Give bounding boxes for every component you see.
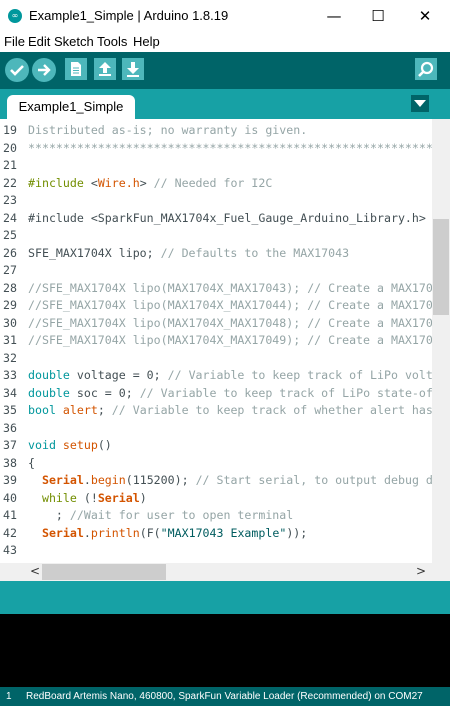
line-number: 34 <box>3 385 17 400</box>
code-line: Distributed as-is; no warranty is given. <box>28 123 307 137</box>
minimize-button[interactable]: — <box>311 0 357 32</box>
code-editor[interactable]: 19 20 21 22 23 24 25 26 27 28 29 30 31 3… <box>0 119 450 581</box>
board-info: RedBoard Artemis Nano, 460800, SparkFun … <box>26 691 423 702</box>
line-number: 32 <box>3 350 17 365</box>
line-number: 41 <box>3 508 17 522</box>
upload-icon <box>38 64 51 76</box>
menu-edit[interactable]: Edit <box>28 34 50 49</box>
code-line: //SFE_MAX1704X lipo(MAX1704X_MAX17048); … <box>28 315 447 330</box>
current-line-number: 1 <box>6 691 12 702</box>
scroll-right-icon[interactable]: > <box>416 564 426 578</box>
line-number: 31 <box>3 333 17 347</box>
code-comment: Distributed as-is; no warranty is given. <box>28 123 308 137</box>
console-output[interactable] <box>0 614 450 687</box>
serial-monitor-icon <box>418 61 434 77</box>
line-number: 43 <box>3 543 17 557</box>
code-line: bool alert; // Variable to keep track of… <box>28 403 450 417</box>
window-title: Example1_Simple | Arduino 1.8.19 <box>29 8 229 23</box>
horizontal-scroll-thumb[interactable] <box>42 564 166 580</box>
line-number: 27 <box>3 263 17 277</box>
line-number: 28 <box>3 280 17 295</box>
scroll-left-icon[interactable]: < <box>30 564 40 578</box>
code-line: ****************************************… <box>28 141 447 155</box>
line-number: 26 <box>3 245 17 260</box>
line-number: 37 <box>3 438 17 452</box>
code-line: SFE_MAX1704X lipo; // Defaults to the MA… <box>28 245 350 260</box>
status-bar: 1 RedBoard Artemis Nano, 460800, SparkFu… <box>0 687 450 706</box>
code-line: double voltage = 0; // Variable to keep … <box>28 368 450 382</box>
line-number: 23 <box>3 193 17 207</box>
tab-menu-button[interactable] <box>411 95 429 112</box>
new-sketch-button[interactable] <box>65 58 87 80</box>
code-comment: ****************************************… <box>28 140 447 155</box>
message-area <box>0 581 450 614</box>
code-line: { <box>28 455 35 470</box>
open-sketch-button[interactable] <box>94 58 116 80</box>
tab-bar: Example1_Simple <box>0 89 450 119</box>
title-bar: ∞ Example1_Simple | Arduino 1.8.19 — ☐ ✕ <box>0 0 450 32</box>
line-number: 22 <box>3 175 17 190</box>
code-line: #include <SparkFun_MAX1704x_Fuel_Gauge_A… <box>28 210 426 225</box>
line-number: 24 <box>3 210 17 225</box>
new-icon <box>71 62 81 76</box>
line-number-gutter: 19 20 21 22 23 24 25 26 27 28 29 30 31 3… <box>0 119 27 563</box>
line-number: 35 <box>3 403 17 417</box>
line-number: 33 <box>3 368 17 382</box>
chevron-down-icon <box>414 100 426 107</box>
upload-button[interactable] <box>32 58 56 82</box>
line-number: 25 <box>3 228 17 242</box>
line-number: 38 <box>3 455 17 470</box>
code-line: double soc = 0; // Variable to keep trac… <box>28 385 450 400</box>
line-number: 30 <box>3 315 17 330</box>
maximize-button[interactable]: ☐ <box>355 0 401 32</box>
code-line: //SFE_MAX1704X lipo(MAX1704X_MAX17049); … <box>28 333 447 347</box>
save-sketch-button[interactable] <box>122 58 144 80</box>
line-number: 39 <box>3 473 17 487</box>
code-line: void setup() <box>28 438 112 452</box>
vertical-scrollbar[interactable] <box>432 119 450 563</box>
line-number: 40 <box>3 490 17 505</box>
line-number: 42 <box>3 525 17 540</box>
code-line: Serial.println(F("MAX17043 Example")); <box>41 525 308 540</box>
menu-bar: File Edit Sketch Tools Help <box>0 32 450 52</box>
line-number: 29 <box>3 298 17 312</box>
code-line: //SFE_MAX1704X lipo(MAX1704X_MAX17044); … <box>28 298 447 312</box>
line-number: 21 <box>3 158 17 172</box>
scroll-corner <box>432 563 450 581</box>
code-line: //SFE_MAX1704X lipo(MAX1704X_MAX17043); … <box>28 280 447 295</box>
code-line: ; //Wait for user to open terminal <box>28 508 294 522</box>
menu-file[interactable]: File <box>4 34 25 49</box>
menu-tools[interactable]: Tools <box>97 34 127 49</box>
line-number: 19 <box>3 123 17 137</box>
menu-help[interactable]: Help <box>133 34 160 49</box>
tab-example1-simple[interactable]: Example1_Simple <box>7 95 135 119</box>
code-line: #include <Wire.h> // Needed for I2C <box>28 175 273 190</box>
verify-button[interactable] <box>5 58 29 82</box>
serial-monitor-button[interactable] <box>415 58 437 80</box>
line-number: 20 <box>3 140 17 155</box>
code-line: while (!Serial) <box>41 490 147 505</box>
menu-sketch[interactable]: Sketch <box>54 34 94 49</box>
code-line: Serial.begin(115200); // Start serial, t… <box>41 473 450 487</box>
close-button[interactable]: ✕ <box>402 0 448 32</box>
arduino-logo-icon: ∞ <box>8 9 22 23</box>
save-icon <box>127 62 139 77</box>
toolbar <box>0 52 450 89</box>
vertical-scroll-thumb[interactable] <box>433 219 449 315</box>
verify-icon <box>10 65 24 76</box>
line-number: 36 <box>3 420 17 435</box>
open-icon <box>99 62 111 76</box>
